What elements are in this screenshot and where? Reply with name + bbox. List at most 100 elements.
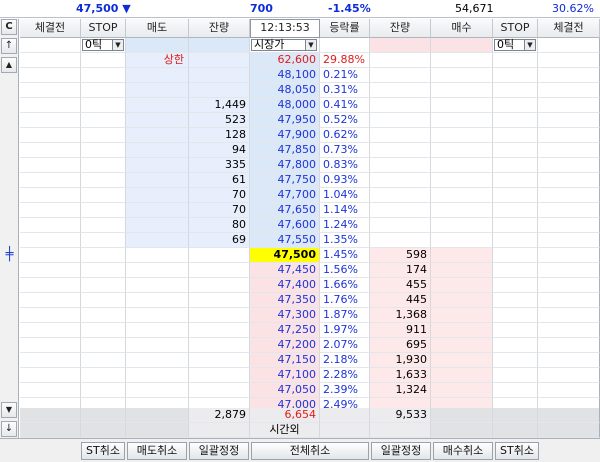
bid-tick-select[interactable]: 0틱 ▼ [494,39,536,51]
bulk-modify-sell-button[interactable]: 일괄정정 [189,442,249,460]
bid-order-cell[interactable] [431,278,493,293]
bid-stop-cell[interactable] [493,113,538,128]
cancel-all-button[interactable]: 전체취소 [251,442,369,460]
ask-order-cell[interactable] [126,278,189,293]
price-cell[interactable]: 48,050 [250,83,320,98]
ask-stop-cell[interactable] [81,218,126,233]
bid-order-cell[interactable] [431,368,493,383]
bid-order-cell[interactable] [431,263,493,278]
ask-stop-cell[interactable] [81,113,126,128]
bid-order-cell[interactable] [431,308,493,323]
bid-stop-cell[interactable] [493,323,538,338]
ask-order-cell[interactable] [126,128,189,143]
ask-order-cell[interactable] [126,83,189,98]
ask-order-cell[interactable] [126,323,189,338]
buy-cancel-button[interactable]: 매수취소 [433,442,493,460]
ask-stop-cell[interactable] [81,68,126,83]
bid-order-cell[interactable] [431,83,493,98]
bid-order-cell[interactable] [431,188,493,203]
ask-stop-cell[interactable] [81,383,126,398]
ask-stop-cell[interactable] [81,158,126,173]
ask-stop-cell[interactable] [81,248,126,263]
ask-order-cell[interactable] [126,338,189,353]
ask-stop-cell[interactable] [81,368,126,383]
ask-stop-cell[interactable] [81,203,126,218]
price-cell[interactable]: 47,450 [250,263,320,278]
bid-order-cell[interactable] [431,128,493,143]
price-cell[interactable]: 47,050 [250,383,320,398]
price-cell[interactable]: 47,550 [250,233,320,248]
bulk-modify-buy-button[interactable]: 일괄정정 [371,442,431,460]
ask-order-cell[interactable] [126,68,189,83]
bid-order-cell[interactable] [431,233,493,248]
chevron-down-icon[interactable]: ▼ [112,40,123,50]
price-cell[interactable]: 47,100 [250,368,320,383]
bid-stop-cell[interactable] [493,278,538,293]
bid-order-cell[interactable] [431,338,493,353]
price-cell[interactable]: 47,650 [250,203,320,218]
chevron-down-icon[interactable]: ▼ [524,40,535,50]
ask-stop-cell[interactable] [81,173,126,188]
ask-order-cell[interactable] [126,188,189,203]
chevron-down-icon[interactable]: ▼ [305,40,316,50]
bid-stop-cell[interactable] [493,218,538,233]
current-price-cell[interactable]: 47,500 [250,248,320,263]
scroll-up-page-button[interactable]: ↑ [1,38,17,54]
ask-stop-cell[interactable] [81,263,126,278]
bid-order-cell[interactable] [431,113,493,128]
bid-order-cell[interactable] [431,68,493,83]
bid-stop-cell[interactable] [493,368,538,383]
ask-order-cell[interactable]: 상한 [126,53,189,68]
price-cell[interactable]: 47,150 [250,353,320,368]
price-cell[interactable]: 47,700 [250,188,320,203]
ask-order-cell[interactable] [126,263,189,278]
price-cell[interactable]: 47,950 [250,113,320,128]
bid-stop-cell[interactable] [493,383,538,398]
price-cell[interactable]: 48,100 [250,68,320,83]
ask-stop-cell[interactable] [81,278,126,293]
bid-stop-cell[interactable] [493,53,538,68]
ask-order-cell[interactable] [126,368,189,383]
bid-stop-cell[interactable] [493,248,538,263]
price-cell[interactable]: 47,800 [250,158,320,173]
bid-stop-cell[interactable] [493,353,538,368]
price-cell[interactable]: 47,250 [250,323,320,338]
ask-stop-cell[interactable] [81,128,126,143]
bid-order-cell[interactable] [431,353,493,368]
ask-order-cell[interactable] [126,353,189,368]
bid-stop-cell[interactable] [493,188,538,203]
bid-stop-cell[interactable] [493,173,538,188]
ask-order-cell[interactable] [126,38,189,53]
price-cell[interactable]: 47,350 [250,293,320,308]
bid-order-cell[interactable] [431,98,493,113]
ask-order-cell[interactable] [126,158,189,173]
price-cell[interactable]: 47,900 [250,128,320,143]
ask-stop-cell[interactable] [81,233,126,248]
price-cell[interactable]: 47,300 [250,308,320,323]
ask-stop-cell[interactable] [81,308,126,323]
bid-order-cell[interactable] [431,383,493,398]
bid-stop-cell[interactable] [493,233,538,248]
scroll-down-button[interactable]: ▼ [1,402,17,418]
ask-order-cell[interactable] [126,233,189,248]
ask-order-cell[interactable] [126,173,189,188]
ask-stop-cell[interactable] [81,338,126,353]
ask-order-cell[interactable] [126,203,189,218]
ask-order-cell[interactable] [126,218,189,233]
bid-order-cell[interactable] [431,203,493,218]
ask-order-cell[interactable] [126,383,189,398]
price-cell[interactable]: 47,850 [250,143,320,158]
price-type-select[interactable]: 시장가 ▼ [251,39,317,51]
price-cell[interactable]: 47,600 [250,218,320,233]
scroll-down-page-button[interactable]: ↓ [1,421,17,437]
bid-order-cell[interactable] [431,53,493,68]
bid-stop-cell[interactable] [493,128,538,143]
ask-tick-select[interactable]: 0틱 ▼ [82,39,124,51]
bid-stop-cell[interactable] [493,308,538,323]
bid-stop-cell[interactable] [493,338,538,353]
ask-stop-cell[interactable] [81,83,126,98]
bid-order-cell[interactable] [431,158,493,173]
bid-stop-cell[interactable] [493,68,538,83]
ask-stop-cell[interactable] [81,143,126,158]
ask-order-cell[interactable] [126,113,189,128]
